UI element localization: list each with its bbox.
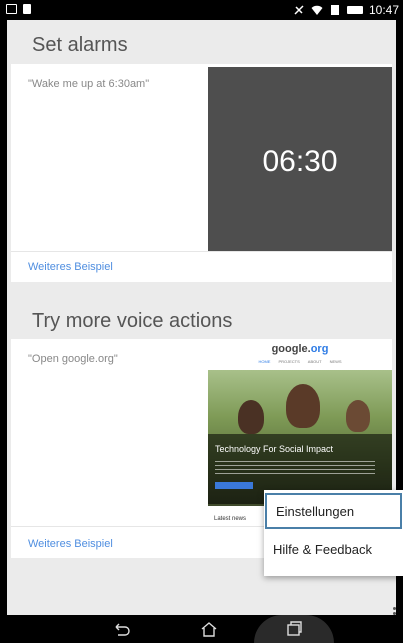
preview-news-label: Latest news [214,516,247,522]
card-title: Try more voice actions [32,310,233,332]
options-menu: Einstellungen Hilfe & Feedback [264,490,403,576]
recent-apps-icon[interactable] [284,620,304,638]
preview-logo: google.org [271,343,329,355]
card-body: "Wake me up at 6:30am" 06:30 Weiteres Be… [11,64,392,282]
status-time: 10:47 [368,3,399,17]
alarm-preview-time: 06:30 [262,145,338,178]
battery-icon [346,6,363,14]
wifi-icon [311,5,323,15]
preview-nav: HOME PROJECTS ABOUT NEWS [258,359,342,364]
overflow-menu-icon[interactable] [393,607,396,615]
navigation-bar [0,615,403,643]
preview-hero-image: Technology For Social Impact [208,370,392,506]
preview-description [215,461,375,475]
example-phrase: "Wake me up at 6:30am" [28,78,150,90]
menu-item-help-feedback[interactable]: Hilfe & Feedback [264,533,403,569]
mute-icon [294,5,304,15]
more-example-link[interactable]: Weiteres Beispiel [28,538,113,550]
sim-icon [330,5,339,15]
card-title: Set alarms [32,34,128,56]
back-icon[interactable] [112,620,132,638]
divider [11,251,392,252]
screen-icon [6,4,17,14]
menu-item-settings[interactable]: Einstellungen [265,493,402,529]
status-bar: 10:47 [0,0,403,20]
more-example-link[interactable]: Weiteres Beispiel [28,261,113,273]
preview-button [215,482,253,489]
alarm-preview: 06:30 [208,67,392,251]
document-icon [23,4,31,14]
preview-headline: Technology For Social Impact [215,444,334,454]
example-phrase: "Open google.org" [28,353,118,365]
home-icon[interactable] [199,620,219,638]
set-alarms-card: Set alarms "Wake me up at 6:30am" 06:30 … [11,20,392,282]
